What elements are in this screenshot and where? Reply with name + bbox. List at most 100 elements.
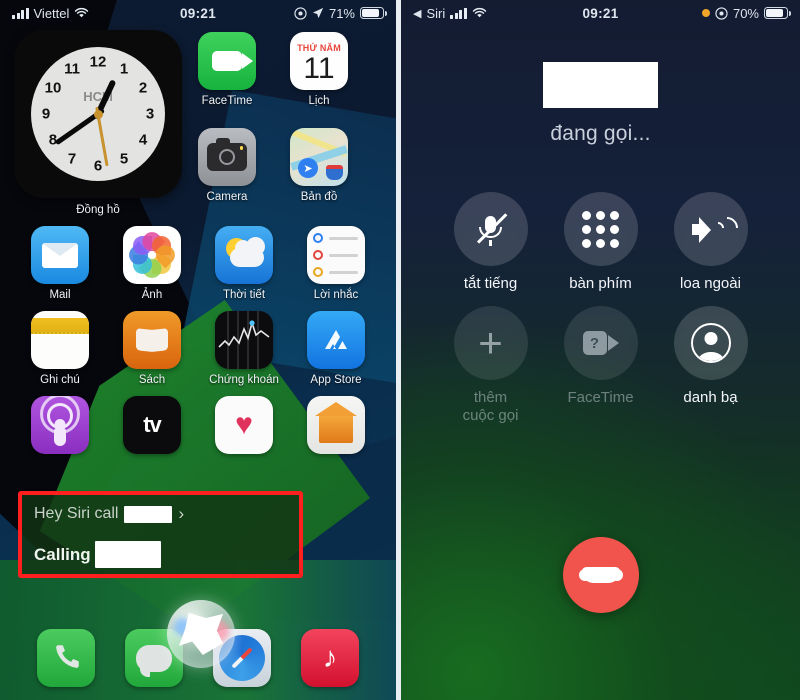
speaker-button[interactable]: loa ngoài: [656, 192, 766, 292]
clock-numeral: 2: [138, 79, 148, 97]
clock-pivot: [93, 109, 103, 119]
health-icon: ♥: [215, 396, 273, 454]
maps-icon: ➤: [290, 128, 348, 186]
app-facetime[interactable]: FaceTime: [196, 32, 258, 120]
siri-response-banner[interactable]: Hey Siri call › Calling: [18, 491, 303, 578]
mute-button[interactable]: tắt tiếng: [436, 192, 546, 292]
camera-icon: [198, 128, 256, 186]
contacts-icon: [690, 323, 731, 364]
app-label: Sách: [138, 374, 166, 386]
app-label: Chứng khoán: [209, 374, 279, 386]
back-triangle-icon[interactable]: ◀: [413, 7, 421, 20]
battery-icon: [764, 7, 791, 19]
right-phone-screen: ◀ Siri 09:21 70% đang gọi... tắt tiếng b…: [401, 0, 800, 700]
call-status-label: đang gọi...: [550, 122, 651, 145]
add-call-button-circle: +: [453, 306, 528, 381]
focus-eye-icon: [294, 6, 307, 20]
clock-numeral: 7: [67, 150, 77, 168]
mute-button-circle: [453, 192, 528, 266]
add-call-button-label: thêm cuộc gọi: [462, 389, 519, 424]
app-label: Mail: [49, 289, 71, 301]
app-app-store[interactable]: App Store: [305, 311, 367, 386]
wifi-icon: [75, 7, 89, 18]
app-apple-tv[interactable]: tv: [121, 396, 183, 459]
music-icon[interactable]: ♪: [301, 629, 359, 687]
battery-percent: 70%: [732, 5, 759, 21]
end-call-button[interactable]: [562, 537, 639, 613]
app-label: Camera: [206, 191, 248, 203]
location-arrow-icon: [312, 7, 324, 19]
clock-numeral: 9: [41, 105, 51, 123]
clock-numeral: 5: [119, 150, 129, 168]
app-label: Ghi chú: [40, 374, 80, 386]
siri-request-text: Hey Siri call: [34, 505, 119, 522]
speaker-button-label: loa ngoài: [680, 275, 741, 292]
app-notes[interactable]: Ghi chú: [29, 311, 91, 386]
reminders-icon: [307, 226, 365, 284]
app-label: Bản đồ: [300, 191, 338, 203]
photos-icon: [123, 226, 181, 284]
siri-orb[interactable]: [167, 600, 235, 668]
app-label: Lịch: [308, 95, 330, 107]
siri-response-text: Calling: [34, 544, 91, 564]
left-phone-screen: Viettel 09:21 71% HCM 12 1 2 3 4 5 6 7 8…: [0, 0, 396, 700]
redacted-callee-name: [94, 541, 161, 568]
stocks-icon: [215, 311, 273, 369]
add-call-button: + thêm cuộc gọi: [436, 306, 546, 424]
facetime-button-label: FaceTime: [567, 389, 634, 407]
speaker-button-circle: [673, 192, 748, 266]
contacts-button[interactable]: danh bạ: [656, 306, 766, 424]
calendar-day-number: 11: [303, 52, 335, 85]
app-label: FaceTime: [201, 95, 253, 107]
cellular-bars-icon: [12, 7, 29, 19]
app-weather[interactable]: Thời tiết: [213, 226, 275, 301]
phone-icon[interactable]: [37, 629, 95, 687]
right-status-bar: ◀ Siri 09:21 70%: [401, 0, 800, 26]
keypad-button[interactable]: bàn phím: [546, 192, 656, 292]
app-books[interactable]: Sách: [121, 311, 183, 386]
app-stocks[interactable]: Chứng khoán: [209, 311, 279, 386]
clock-numeral: 10: [44, 79, 62, 97]
app-health[interactable]: ♥: [213, 396, 275, 459]
mic-off-icon: [474, 212, 508, 246]
contacts-button-circle: [673, 306, 748, 381]
clock-numeral: 4: [138, 131, 148, 149]
app-photos[interactable]: Ảnh: [121, 226, 183, 301]
app-label: Ảnh: [141, 289, 163, 301]
back-to-app-label[interactable]: Siri: [426, 6, 445, 21]
calendar-icon: THỨ NĂM 11: [290, 32, 348, 90]
app-grid-row-3: tv ♥: [0, 396, 396, 459]
chevron-right-icon[interactable]: ›: [178, 504, 184, 524]
app-mail[interactable]: Mail: [29, 226, 91, 301]
clock-numeral: 6: [93, 157, 103, 175]
keypad-button-circle: [563, 192, 638, 266]
mic-in-use-dot-icon: [701, 9, 710, 17]
screenshot-root: Viettel 09:21 71% HCM 12 1 2 3 4 5 6 7 8…: [0, 0, 800, 700]
app-home[interactable]: [305, 396, 367, 459]
app-calendar[interactable]: THỨ NĂM 11 Lịch: [288, 32, 350, 120]
apple-tv-icon: tv: [123, 396, 181, 454]
clock-widget-label: Đồng hồ: [76, 204, 120, 216]
call-controls-grid: tắt tiếng bàn phím loa ngoài + thêm cuộc…: [436, 192, 766, 424]
battery-icon: [360, 7, 387, 19]
app-podcasts[interactable]: [29, 396, 91, 459]
home-icon: [307, 396, 365, 454]
facetime-video-icon: ?: [582, 331, 619, 356]
books-icon: [123, 311, 181, 369]
facetime-icon: [198, 32, 256, 90]
app-maps[interactable]: ➤ Bản đồ: [288, 128, 350, 216]
status-time: 09:21: [179, 5, 217, 21]
focus-eye-icon: [715, 6, 728, 20]
end-call-icon: [581, 567, 620, 583]
app-camera[interactable]: Camera: [196, 128, 258, 216]
app-store-icon: [307, 311, 365, 369]
home-screen: HCM 12 1 2 3 4 5 6 7 8 9 10 11 Đồng hồ FaceTime: [0, 0, 396, 700]
siri-request-row[interactable]: Hey Siri call ›: [34, 504, 287, 524]
contacts-button-label: danh bạ: [683, 389, 738, 407]
clock-face: HCM 12 1 2 3 4 5 6 7 8 9 10 11: [31, 47, 165, 181]
clock-widget[interactable]: HCM 12 1 2 3 4 5 6 7 8 9 10 11 Đồng hồ: [14, 30, 182, 216]
clock-widget-card: HCM 12 1 2 3 4 5 6 7 8 9 10 11: [14, 30, 182, 198]
siri-response-row: Calling: [34, 541, 287, 568]
app-reminders[interactable]: Lời nhắc: [305, 226, 367, 301]
weather-icon: [215, 226, 273, 284]
